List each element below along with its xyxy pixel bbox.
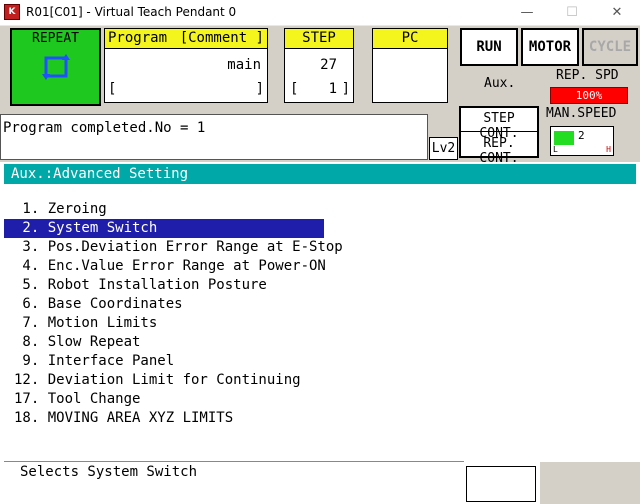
input-box[interactable] <box>466 466 536 502</box>
comment-label: [Comment ] <box>179 30 264 46</box>
comment-open-bracket: [ <box>108 81 117 97</box>
step-value: 27 <box>320 57 337 73</box>
program-box[interactable]: Program [Comment ] main [ ] <box>104 28 268 103</box>
menu-item-interface-panel[interactable]: 9. Interface Panel <box>4 352 324 371</box>
window-title: R01[C01] - Virtual Teach Pendant 0 <box>26 5 237 19</box>
section-title: Aux.:Advanced Setting <box>4 164 636 184</box>
menu-item-tool-change[interactable]: 17. Tool Change <box>4 390 324 409</box>
menu-item-base-coordinates[interactable]: 6. Base Coordinates <box>4 295 324 314</box>
rep-speed-value[interactable]: 100% <box>550 87 628 104</box>
man-speed-gauge[interactable]: 2 L H <box>550 126 614 156</box>
run-button[interactable]: RUN <box>460 28 518 66</box>
pc-header: PC <box>373 29 447 49</box>
man-speed-value: 2 <box>578 129 585 142</box>
message-box: Program completed.No = 1 <box>0 114 428 160</box>
close-button[interactable]: ✕ <box>594 0 640 26</box>
step-header: STEP <box>285 29 353 49</box>
rep-cont-label: REP. CONT. <box>479 136 519 166</box>
menu-item-installation-posture[interactable]: 5. Robot Installation Posture <box>4 276 324 295</box>
step-box[interactable]: STEP 27 [ 1 ] <box>284 28 354 103</box>
program-header: Program [Comment ] <box>105 29 267 49</box>
cont-mode-button[interactable]: STEP CONT. REP. CONT. <box>459 106 539 166</box>
menu-item-enc-value[interactable]: 4. Enc.Value Error Range at Power-ON <box>4 257 325 276</box>
man-speed-high: H <box>606 145 611 154</box>
repeat-cycle-icon <box>42 54 70 80</box>
bottom-panel <box>540 462 640 504</box>
mode-label: REPEAT <box>32 31 79 46</box>
menu-item-zeroing[interactable]: 1. Zeroing <box>4 200 324 219</box>
program-name: main <box>227 57 261 73</box>
menu-item-motion-limits[interactable]: 7. Motion Limits <box>4 314 324 333</box>
menu-item-pos-deviation[interactable]: 3. Pos.Deviation Error Range at E-Stop <box>4 238 342 257</box>
pc-box[interactable]: PC <box>372 28 448 103</box>
step-sub-open: [ <box>290 81 299 97</box>
mode-indicator[interactable]: REPEAT <box>10 28 101 106</box>
message-text: Program completed.No = 1 <box>3 120 206 136</box>
man-speed-label: MAN.SPEED <box>546 106 617 121</box>
menu-list: 1. Zeroing 2. System Switch 3. Pos.Devia… <box>4 200 343 428</box>
menu-item-slow-repeat[interactable]: 8. Slow Repeat <box>4 333 324 352</box>
menu-item-moving-area[interactable]: 18. MOVING AREA XYZ LIMITS <box>4 409 324 428</box>
maximize-button[interactable]: ☐ <box>549 0 595 26</box>
motor-button[interactable]: MOTOR <box>521 28 579 66</box>
cycle-button[interactable]: CYCLE <box>582 28 638 66</box>
program-label: Program <box>108 30 168 46</box>
step-sub-value: 1 <box>328 81 337 97</box>
menu-item-system-switch[interactable]: 2. System Switch <box>4 219 324 238</box>
hint-text: Selects System Switch <box>20 464 198 480</box>
cont-divider <box>461 131 537 132</box>
level-button[interactable]: Lv2 <box>429 137 458 160</box>
hint-box: Selects System Switch <box>4 461 464 504</box>
man-speed-low: L <box>553 145 558 154</box>
man-speed-fill <box>554 131 574 145</box>
comment-close-bracket: ] <box>255 81 264 97</box>
app-icon: K <box>4 4 20 20</box>
step-sub-close: ] <box>341 81 350 97</box>
rep-speed-label: REP. SPD <box>556 68 619 83</box>
menu-item-deviation-limit[interactable]: 12. Deviation Limit for Continuing <box>4 371 324 390</box>
aux-label: Aux. <box>484 76 516 91</box>
minimize-button[interactable]: — <box>504 0 550 26</box>
title-bar: K R01[C01] - Virtual Teach Pendant 0 — ☐… <box>0 0 640 26</box>
